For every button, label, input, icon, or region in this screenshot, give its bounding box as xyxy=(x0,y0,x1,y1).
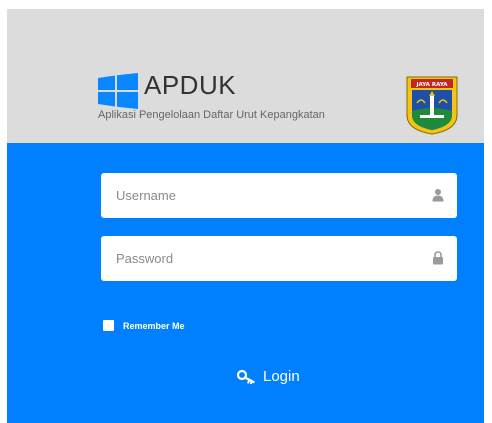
remember-me-label[interactable]: Remember Me xyxy=(123,321,185,331)
key-icon xyxy=(237,369,255,384)
remember-me-checkbox[interactable] xyxy=(103,320,114,331)
login-button[interactable]: Login xyxy=(237,368,300,385)
username-field xyxy=(101,173,457,218)
app-subtitle: Aplikasi Pengelolaan Daftar Urut Kepangk… xyxy=(98,109,325,121)
user-icon xyxy=(432,189,444,202)
windows-logo-icon xyxy=(98,73,138,109)
lock-icon xyxy=(433,251,443,265)
jakarta-emblem-icon: JAYA RAYA xyxy=(406,76,458,135)
username-input[interactable] xyxy=(101,173,421,218)
login-header: APDUK Aplikasi Pengelolaan Daftar Urut K… xyxy=(7,9,484,143)
emblem-text: JAYA RAYA xyxy=(415,82,448,88)
login-label: Login xyxy=(263,368,300,385)
login-panel: Remember Me Login xyxy=(7,143,484,423)
login-window: APDUK Aplikasi Pengelolaan Daftar Urut K… xyxy=(7,9,484,423)
app-title: APDUK xyxy=(144,70,237,100)
password-input[interactable] xyxy=(101,236,421,281)
remember-me: Remember Me xyxy=(103,320,185,331)
password-field xyxy=(101,236,457,281)
